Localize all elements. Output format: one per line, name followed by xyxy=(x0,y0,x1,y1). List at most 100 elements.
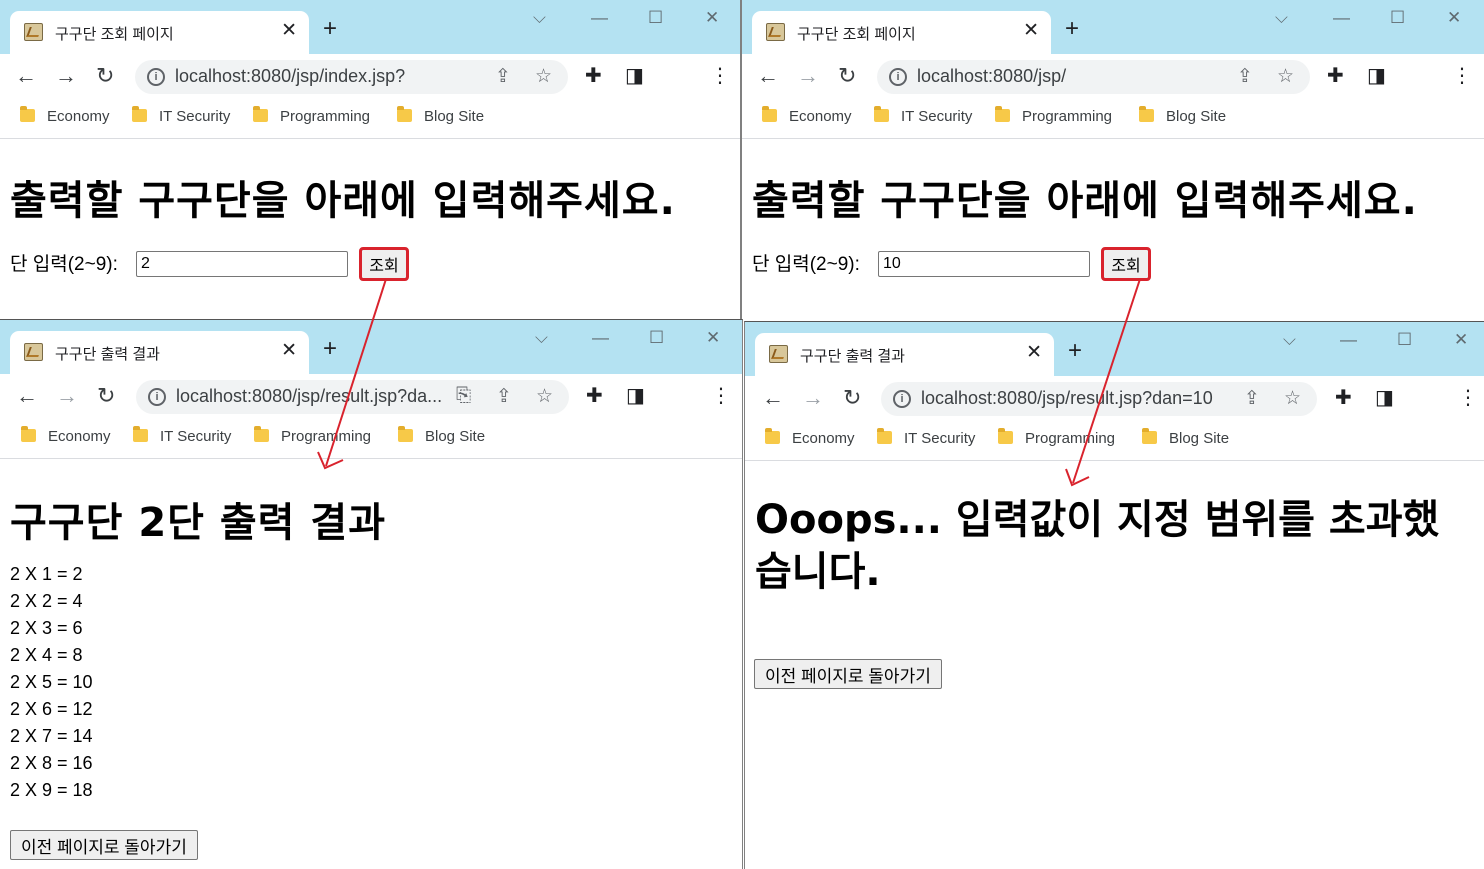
bookmark-programming[interactable]: Programming xyxy=(998,428,1115,447)
reload-icon[interactable]: ↻ xyxy=(97,383,115,409)
plus-icon[interactable]: + xyxy=(1065,17,1079,41)
bookmark-programming[interactable]: Programming xyxy=(254,426,372,445)
bookmark-blog-site[interactable]: Blog Site xyxy=(398,426,485,445)
maximize-icon[interactable]: ☐ xyxy=(1397,330,1412,350)
puzzle-icon[interactable]: ✚ xyxy=(586,383,603,408)
dan-input[interactable] xyxy=(136,251,348,277)
share-icon[interactable]: ⇪ xyxy=(1237,65,1253,88)
maximize-icon[interactable]: ☐ xyxy=(648,8,663,28)
bookmark-blog-site[interactable]: Blog Site xyxy=(1139,106,1226,125)
bookmark-it-security[interactable]: IT Security xyxy=(877,428,975,447)
back-button[interactable]: 이전 페이지로 돌아가기 xyxy=(754,659,942,689)
result-line: 2 X 8 = 16 xyxy=(10,753,93,773)
folder-icon xyxy=(1142,428,1157,444)
puzzle-icon[interactable]: ✚ xyxy=(1327,63,1344,88)
tab-active[interactable]: 구구단 조회 페이지 ✕ xyxy=(752,11,1051,54)
side-panel-icon[interactable]: ◨ xyxy=(625,63,644,88)
site-info-icon[interactable]: i xyxy=(893,390,911,408)
chevron-down-icon[interactable]: ⌵ xyxy=(1283,330,1296,350)
bookmark-star-icon[interactable]: ☆ xyxy=(1277,65,1294,88)
bookmark-economy[interactable]: Economy xyxy=(21,426,111,445)
site-info-icon[interactable]: i xyxy=(889,68,907,86)
reload-icon[interactable]: ↻ xyxy=(96,63,114,89)
query-button[interactable]: 조회 xyxy=(1101,247,1151,281)
close-icon[interactable]: ✕ xyxy=(1026,342,1042,364)
arrow-left-icon[interactable]: ← xyxy=(16,383,38,409)
minimize-icon[interactable]: — xyxy=(592,328,609,348)
bookmark-economy[interactable]: Economy xyxy=(765,428,855,447)
side-panel-icon[interactable]: ◨ xyxy=(1375,385,1394,410)
arrow-right-icon[interactable]: → xyxy=(56,383,78,409)
tab-active[interactable]: 구구단 조회 페이지 ✕ xyxy=(10,11,309,54)
plus-icon[interactable]: + xyxy=(1068,339,1082,363)
close-icon[interactable]: ✕ xyxy=(281,340,297,362)
url-text[interactable]: localhost:8080/jsp/result.jsp?dan=10 xyxy=(921,388,1213,409)
bookmark-economy[interactable]: Economy xyxy=(762,106,852,125)
arrow-left-icon[interactable]: ← xyxy=(757,63,779,89)
bookmark-star-icon[interactable]: ☆ xyxy=(1284,387,1301,410)
arrow-right-icon[interactable]: → xyxy=(55,63,77,89)
address-bar[interactable]: i localhost:8080/jsp/result.jsp?dan=10 ⇪… xyxy=(881,382,1317,416)
dan-input[interactable] xyxy=(878,251,1090,277)
side-panel-icon[interactable]: ◨ xyxy=(626,383,645,408)
bookmark-economy[interactable]: Economy xyxy=(20,106,110,125)
arrow-right-icon[interactable]: → xyxy=(802,385,824,411)
puzzle-icon[interactable]: ✚ xyxy=(585,63,602,88)
address-bar[interactable]: i localhost:8080/jsp/ ⇪ ☆ xyxy=(877,60,1310,94)
url-text[interactable]: localhost:8080/jsp/result.jsp?da... xyxy=(176,386,442,407)
bookmark-it-security[interactable]: IT Security xyxy=(133,426,231,445)
url-text[interactable]: localhost:8080/jsp/index.jsp? xyxy=(175,66,405,87)
share-icon[interactable]: ⇪ xyxy=(495,65,511,88)
puzzle-icon[interactable]: ✚ xyxy=(1335,385,1352,410)
url-text[interactable]: localhost:8080/jsp/ xyxy=(917,66,1066,87)
folder-icon xyxy=(998,428,1013,444)
kebab-menu-icon[interactable]: ⋮ xyxy=(710,63,730,88)
bookmark-star-icon[interactable]: ☆ xyxy=(536,385,553,408)
plus-icon[interactable]: + xyxy=(323,17,337,41)
close-icon[interactable]: ✕ xyxy=(705,8,719,28)
tab-active[interactable]: 구구단 출력 결과 ✕ xyxy=(755,333,1054,376)
arrow-left-icon[interactable]: ← xyxy=(762,385,784,411)
bookmark-blog-site[interactable]: Blog Site xyxy=(1142,428,1229,447)
back-button[interactable]: 이전 페이지로 돌아가기 xyxy=(10,830,198,860)
close-icon[interactable]: ✕ xyxy=(1454,330,1468,350)
plus-icon[interactable]: + xyxy=(323,337,337,361)
query-button[interactable]: 조회 xyxy=(359,247,409,281)
kebab-menu-icon[interactable]: ⋮ xyxy=(1458,385,1478,410)
bookmark-it-security[interactable]: IT Security xyxy=(874,106,972,125)
chevron-down-icon[interactable]: ⌵ xyxy=(533,8,546,28)
reload-icon[interactable]: ↻ xyxy=(838,63,856,89)
close-icon[interactable]: ✕ xyxy=(706,328,720,348)
share-icon[interactable]: ⇪ xyxy=(1244,387,1260,410)
site-info-icon[interactable]: i xyxy=(147,68,165,86)
maximize-icon[interactable]: ☐ xyxy=(1390,8,1405,28)
result-line: 2 X 7 = 14 xyxy=(10,726,93,746)
kebab-menu-icon[interactable]: ⋮ xyxy=(711,383,731,408)
bookmark-programming[interactable]: Programming xyxy=(995,106,1112,125)
kebab-menu-icon[interactable]: ⋮ xyxy=(1452,63,1472,88)
arrow-right-icon[interactable]: → xyxy=(797,63,819,89)
reload-icon[interactable]: ↻ xyxy=(843,385,861,411)
share-icon[interactable]: ⇪ xyxy=(496,385,512,408)
side-panel-icon[interactable]: ◨ xyxy=(1367,63,1386,88)
close-icon[interactable]: ✕ xyxy=(1023,20,1039,42)
close-icon[interactable]: ✕ xyxy=(1447,8,1461,28)
arrow-left-icon[interactable]: ← xyxy=(15,63,37,89)
translate-icon[interactable]: ⎘ xyxy=(456,385,471,407)
site-info-icon[interactable]: i xyxy=(148,388,166,406)
bookmark-label: Programming xyxy=(281,428,372,445)
bookmark-star-icon[interactable]: ☆ xyxy=(535,65,552,88)
minimize-icon[interactable]: — xyxy=(1340,330,1357,350)
minimize-icon[interactable]: — xyxy=(1333,8,1350,28)
chevron-down-icon[interactable]: ⌵ xyxy=(1275,8,1288,28)
bookmark-blog-site[interactable]: Blog Site xyxy=(397,106,484,125)
bookmark-programming[interactable]: Programming xyxy=(253,106,370,125)
address-bar[interactable]: i localhost:8080/jsp/index.jsp? ⇪ ☆ xyxy=(135,60,568,94)
minimize-icon[interactable]: — xyxy=(591,8,608,28)
chevron-down-icon[interactable]: ⌵ xyxy=(535,328,548,348)
close-icon[interactable]: ✕ xyxy=(281,20,297,42)
maximize-icon[interactable]: ☐ xyxy=(649,328,664,348)
address-bar[interactable]: i localhost:8080/jsp/result.jsp?da... ⎘ … xyxy=(136,380,569,414)
bookmark-it-security[interactable]: IT Security xyxy=(132,106,230,125)
tab-active[interactable]: 구구단 출력 결과 ✕ xyxy=(10,331,309,374)
